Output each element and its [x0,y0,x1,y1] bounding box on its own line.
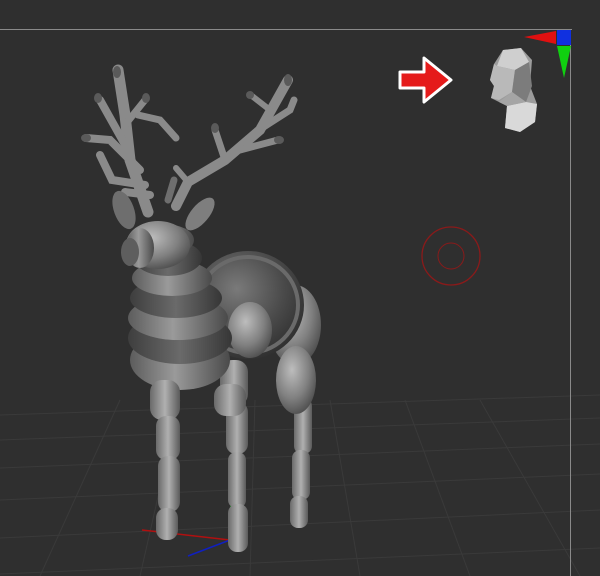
brush-circle-icon [421,226,481,286]
z-axis-cube [557,30,571,45]
right-arrow-icon [398,56,453,104]
x-axis-cone [524,31,556,44]
y-axis-cone [557,46,571,78]
viewport-canvas[interactable] [0,0,600,576]
deer-model-icon [81,64,321,552]
head-orientation-icon[interactable] [490,48,537,132]
